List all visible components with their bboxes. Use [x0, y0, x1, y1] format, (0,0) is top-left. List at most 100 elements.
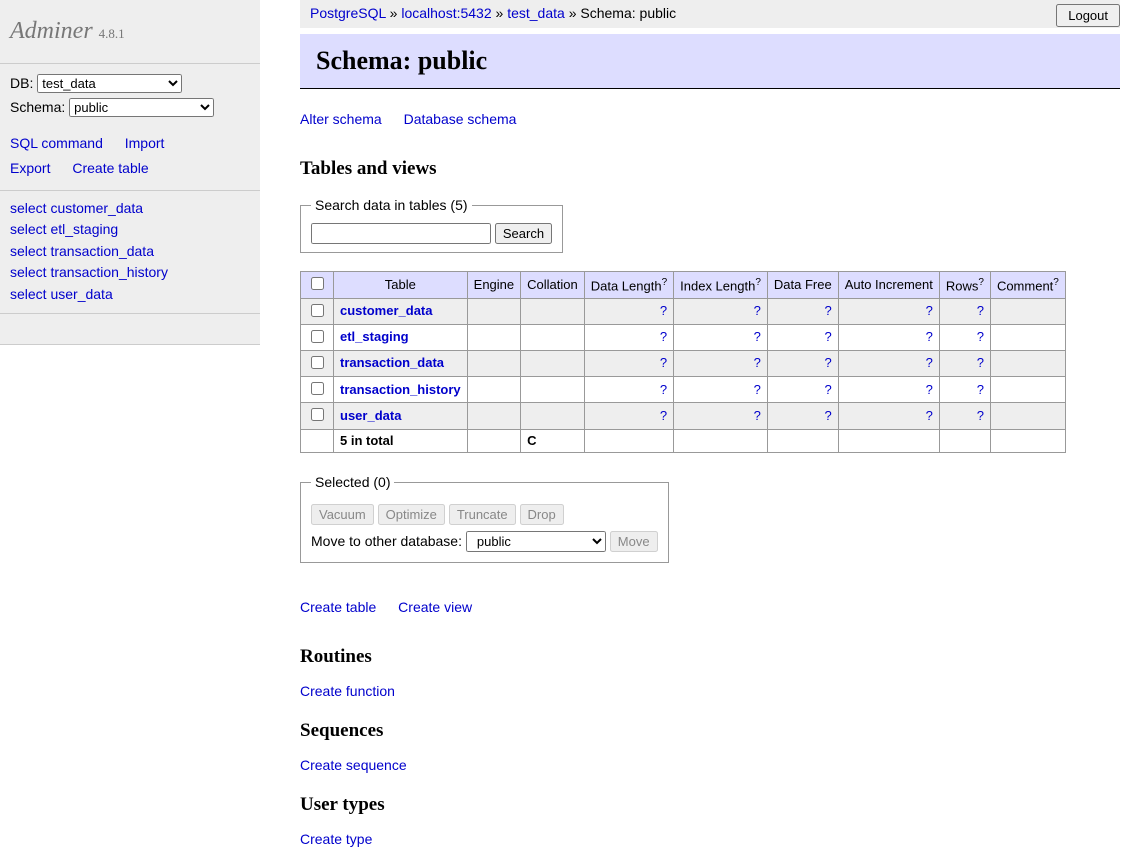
- data-free-link[interactable]: ?: [824, 355, 831, 370]
- index-length-link[interactable]: ?: [754, 408, 761, 423]
- help-icon[interactable]: ?: [1053, 277, 1059, 288]
- sidebar-tables: select customer_data select etl_staging …: [0, 190, 260, 314]
- auto-increment-link[interactable]: ?: [926, 303, 933, 318]
- schema-select[interactable]: public: [69, 98, 214, 117]
- row-checkbox[interactable]: [311, 408, 324, 421]
- row-checkbox[interactable]: [311, 382, 324, 395]
- data-length-link[interactable]: ?: [660, 355, 667, 370]
- table-name-link[interactable]: transaction_data: [340, 355, 444, 370]
- col-index-length[interactable]: Index Length?: [674, 272, 768, 298]
- auto-increment-link[interactable]: ?: [926, 382, 933, 397]
- help-icon[interactable]: ?: [755, 277, 761, 288]
- index-length-link[interactable]: ?: [754, 329, 761, 344]
- table-name-link[interactable]: user_data: [340, 408, 401, 423]
- breadcrumb: PostgreSQL » localhost:5432 » test_data …: [300, 0, 1120, 28]
- create-view-link[interactable]: Create view: [398, 599, 472, 615]
- data-length-link[interactable]: ?: [660, 303, 667, 318]
- rows-link[interactable]: ?: [977, 382, 984, 397]
- drop-button[interactable]: [520, 504, 564, 525]
- row-checkbox[interactable]: [311, 330, 324, 343]
- table-name-link[interactable]: transaction_history: [340, 382, 461, 397]
- breadcrumb-server[interactable]: localhost:5432: [401, 5, 491, 21]
- rows-link[interactable]: ?: [977, 408, 984, 423]
- tables-heading: Tables and views: [300, 158, 1120, 180]
- col-table[interactable]: Table: [334, 272, 468, 298]
- sidebar-table-link[interactable]: select transaction_data: [10, 242, 250, 262]
- selected-fieldset: Selected (0) Move to other database: pub…: [300, 473, 669, 564]
- row-checkbox[interactable]: [311, 304, 324, 317]
- app-version: 4.8.1: [99, 26, 125, 41]
- col-auto-increment[interactable]: Auto Increment: [838, 272, 939, 298]
- col-comment[interactable]: Comment?: [990, 272, 1065, 298]
- search-button[interactable]: [495, 223, 552, 244]
- search-input[interactable]: [311, 223, 491, 244]
- select-all-cell: [301, 272, 334, 298]
- create-sequence-link[interactable]: Create sequence: [300, 757, 407, 773]
- rows-link[interactable]: ?: [977, 303, 984, 318]
- rows-link[interactable]: ?: [977, 329, 984, 344]
- table-row: customer_data ?????: [301, 298, 1066, 324]
- help-icon[interactable]: ?: [978, 277, 984, 288]
- auto-increment-link[interactable]: ?: [926, 329, 933, 344]
- db-form: DB: test_data Schema: public: [0, 64, 260, 127]
- total-collation: C: [521, 429, 585, 452]
- breadcrumb-driver[interactable]: PostgreSQL: [310, 5, 386, 21]
- database-schema-link[interactable]: Database schema: [404, 111, 517, 127]
- sidebar-table-link[interactable]: select transaction_history: [10, 263, 250, 283]
- data-length-link[interactable]: ?: [660, 329, 667, 344]
- data-free-link[interactable]: ?: [824, 382, 831, 397]
- table-name-link[interactable]: customer_data: [340, 303, 432, 318]
- index-length-link[interactable]: ?: [754, 303, 761, 318]
- data-free-link[interactable]: ?: [824, 329, 831, 344]
- schema-label: Schema:: [10, 99, 65, 115]
- app-home-link[interactable]: Adminer: [10, 18, 93, 44]
- create-table-link[interactable]: Create table: [72, 160, 148, 176]
- sidebar-table-link[interactable]: select customer_data: [10, 199, 250, 219]
- table-row: transaction_data ?????: [301, 350, 1066, 376]
- truncate-button[interactable]: [449, 504, 516, 525]
- table-name-link[interactable]: etl_staging: [340, 329, 409, 344]
- data-free-link[interactable]: ?: [824, 408, 831, 423]
- routines-heading: Routines: [300, 646, 1120, 668]
- db-select[interactable]: test_data: [37, 74, 182, 93]
- tables-table: Table Engine Collation Data Length? Inde…: [300, 271, 1066, 452]
- row-checkbox[interactable]: [311, 356, 324, 369]
- create-function-link[interactable]: Create function: [300, 683, 395, 699]
- help-icon[interactable]: ?: [662, 277, 668, 288]
- data-free-link[interactable]: ?: [824, 303, 831, 318]
- index-length-link[interactable]: ?: [754, 382, 761, 397]
- logout-form: [1056, 4, 1120, 27]
- data-length-link[interactable]: ?: [660, 408, 667, 423]
- import-link[interactable]: Import: [125, 135, 165, 151]
- move-select[interactable]: public: [466, 531, 606, 552]
- sidebar-links: SQL command Import Export Create table: [0, 127, 260, 189]
- alter-schema-link[interactable]: Alter schema: [300, 111, 382, 127]
- logout-button[interactable]: [1056, 4, 1120, 27]
- auto-increment-link[interactable]: ?: [926, 408, 933, 423]
- auto-increment-link[interactable]: ?: [926, 355, 933, 370]
- sidebar-table-link[interactable]: select etl_staging: [10, 220, 250, 240]
- breadcrumb-schema: Schema: public: [580, 5, 676, 21]
- col-rows[interactable]: Rows?: [939, 272, 990, 298]
- search-tables-form: Search data in tables (5): [300, 188, 1120, 268]
- sql-command-link[interactable]: SQL command: [10, 135, 103, 151]
- col-data-length[interactable]: Data Length?: [584, 272, 673, 298]
- select-all-checkbox[interactable]: [311, 277, 324, 290]
- rows-link[interactable]: ?: [977, 355, 984, 370]
- create-type-link[interactable]: Create type: [300, 831, 372, 847]
- sidebar: Adminer 4.8.1 DB: test_data Schema: publ…: [0, 0, 260, 345]
- vacuum-button[interactable]: [311, 504, 374, 525]
- breadcrumb-db[interactable]: test_data: [507, 5, 565, 21]
- optimize-button[interactable]: [378, 504, 445, 525]
- user-types-heading: User types: [300, 794, 1120, 816]
- col-data-free[interactable]: Data Free: [767, 272, 838, 298]
- index-length-link[interactable]: ?: [754, 355, 761, 370]
- col-engine[interactable]: Engine: [467, 272, 520, 298]
- sidebar-table-link[interactable]: select user_data: [10, 285, 250, 305]
- col-collation[interactable]: Collation: [521, 272, 585, 298]
- data-length-link[interactable]: ?: [660, 382, 667, 397]
- db-label: DB:: [10, 75, 33, 91]
- create-table-link[interactable]: Create table: [300, 599, 376, 615]
- move-button[interactable]: [610, 531, 658, 552]
- export-link[interactable]: Export: [10, 160, 50, 176]
